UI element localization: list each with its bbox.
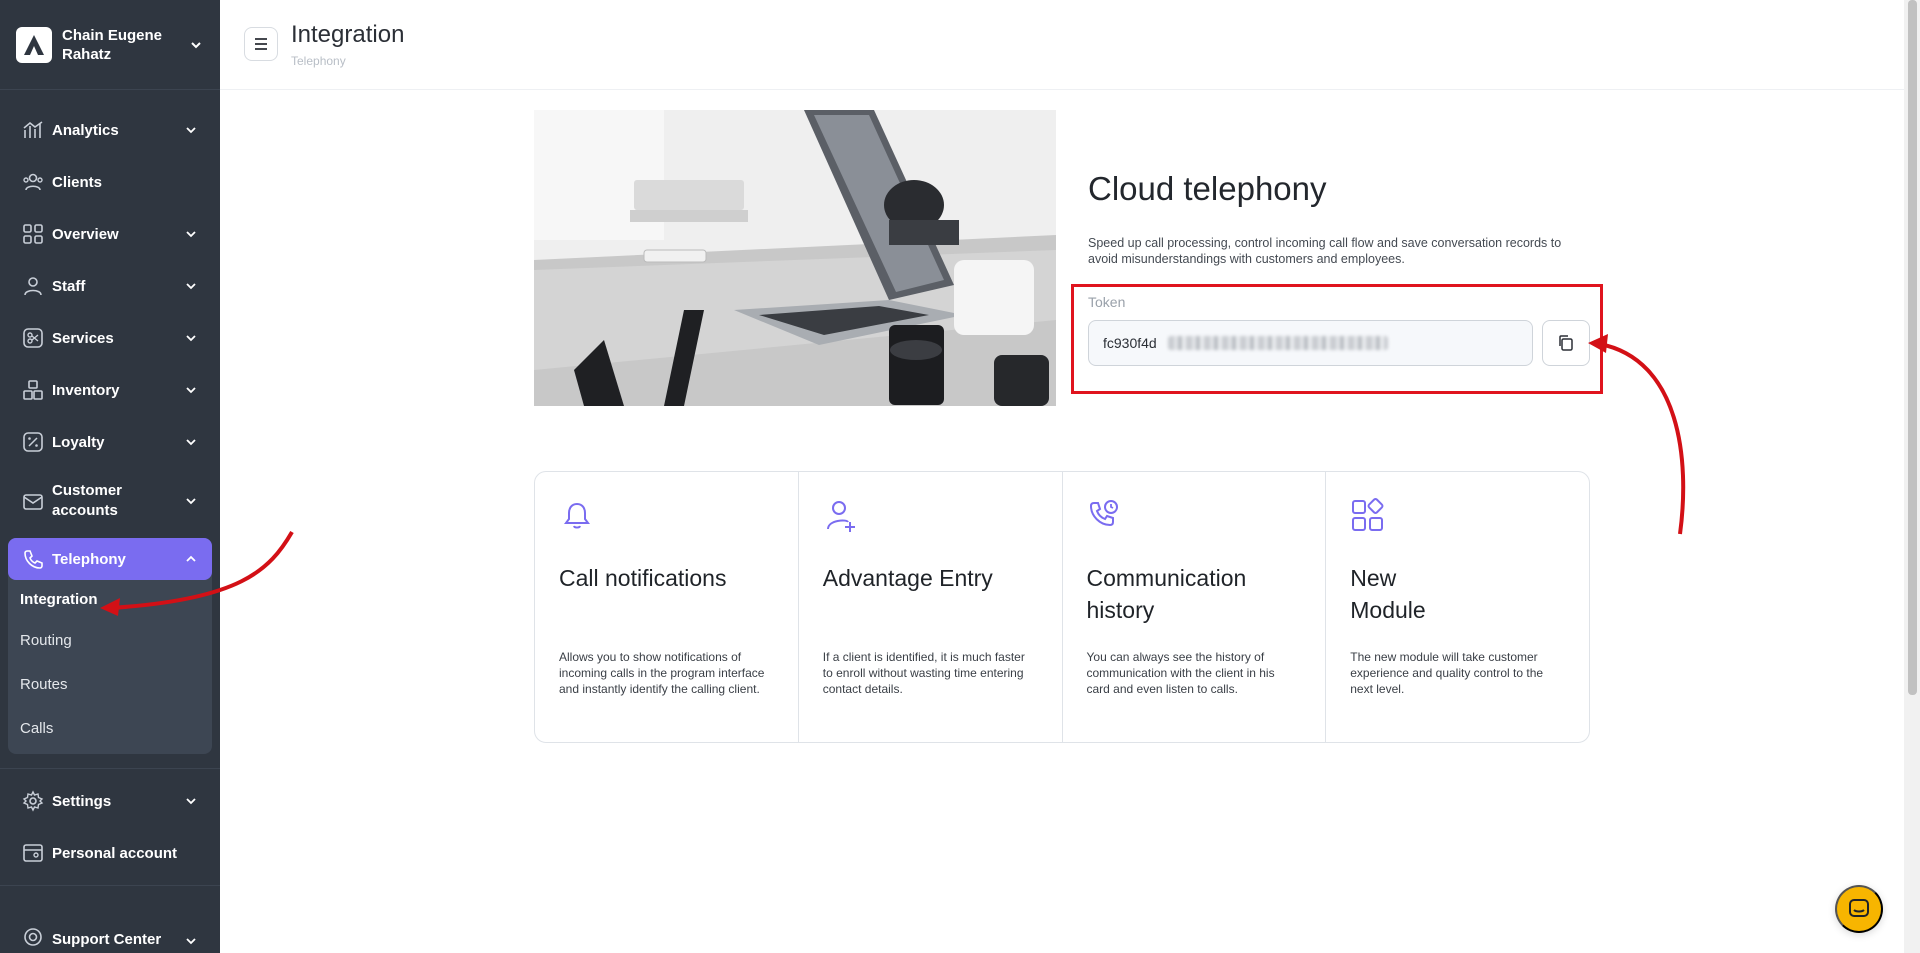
sidebar-item-analytics[interactable]: Analytics	[0, 104, 220, 156]
feature-description: Allows you to show notifications of inco…	[559, 650, 765, 696]
sidebar-item-clients[interactable]: Clients	[0, 156, 220, 208]
scrollbar-thumb[interactable]	[1908, 0, 1917, 695]
analytics-icon	[23, 121, 43, 138]
sidebar-item-label: Settings	[52, 792, 112, 810]
sidebar-item-label: Loyalty	[52, 433, 105, 451]
user-plus-icon	[826, 501, 855, 532]
hero-description: Speed up call processing, control incomi…	[1088, 236, 1562, 266]
sidebar-item-label: Analytics	[52, 121, 119, 139]
subnav-item-calls[interactable]: Calls	[8, 706, 212, 750]
sidebar-item-loyalty[interactable]: Loyalty	[0, 416, 220, 468]
feature-description: If a client is identified, it is much fa…	[822, 650, 1025, 696]
chevron-down-icon	[186, 231, 196, 238]
user-icon	[24, 277, 42, 296]
chevron-down-icon	[186, 498, 196, 505]
chevron-down-icon	[186, 283, 196, 290]
grid-icon	[23, 224, 43, 244]
scissors-icon	[23, 328, 43, 348]
feature-card: Advantage Entry If a client is identifie…	[799, 472, 1063, 742]
id-card-icon	[23, 844, 43, 862]
sidebar-divider	[0, 768, 220, 769]
sidebar-item-label: Customer accounts	[52, 482, 123, 519]
feature-title: New Module	[1350, 565, 1426, 623]
mail-icon	[23, 494, 43, 510]
feature-title: Call notifications	[559, 565, 727, 591]
chevron-down-icon	[186, 387, 196, 394]
token-label: Token	[1088, 294, 1126, 310]
page-header: Integration Telephony	[220, 0, 1904, 90]
chevron-down-icon	[186, 335, 196, 342]
sidebar-item-staff[interactable]: Staff	[0, 260, 220, 312]
sidebar-item-label: Telephony	[52, 550, 126, 568]
laptop-desk-illustration	[534, 110, 1056, 406]
breadcrumb[interactable]: Telephony	[291, 54, 346, 68]
subnav-item-routes[interactable]: Routes	[8, 662, 212, 706]
sidebar-item-services[interactable]: Services	[0, 312, 220, 364]
feature-title: Advantage Entry	[822, 565, 993, 591]
feature-title: Communication history	[1086, 565, 1247, 623]
modules-icon	[1352, 498, 1384, 531]
sidebar-item-label: Personal account	[52, 844, 178, 862]
bell-icon	[564, 502, 590, 529]
page-title: Integration	[291, 21, 405, 48]
chevron-down-icon	[186, 938, 196, 945]
feature-card: Call notifications Allows you to show no…	[535, 472, 799, 742]
sidebar-item-label: Services	[52, 329, 114, 347]
lifebuoy-icon	[24, 928, 42, 946]
sidebar-item-customer-accounts[interactable]: Customer accounts	[0, 468, 220, 534]
features-panel: Call notifications Allows you to show no…	[534, 471, 1590, 743]
sidebar-item-label: Inventory	[52, 381, 120, 399]
chat-icon	[1849, 899, 1869, 917]
sidebar-item-inventory[interactable]: Inventory	[0, 364, 220, 416]
copy-icon	[1559, 335, 1573, 351]
chevron-down-icon	[186, 439, 196, 446]
hero-title: Cloud telephony	[1088, 170, 1327, 207]
token-blurred-segment	[1168, 336, 1388, 350]
brand-name: Chain Eugene Rahatz	[62, 26, 163, 63]
chevron-down-icon	[191, 41, 201, 48]
chevron-down-icon	[186, 127, 196, 134]
sidebar-item-support-center[interactable]: Support Center	[0, 886, 220, 953]
users-icon	[23, 173, 43, 191]
sidebar-item-telephony[interactable]: Telephony	[8, 538, 212, 580]
feature-card: New Module The new module will take cust…	[1326, 472, 1589, 742]
sidebar-item-label: Clients	[52, 173, 103, 191]
chevron-up-icon	[186, 555, 196, 562]
gear-icon	[22, 790, 44, 812]
percent-icon	[23, 432, 43, 452]
brand-logo	[16, 26, 52, 63]
copy-token-button[interactable]	[1542, 320, 1590, 366]
sidebar-item-settings[interactable]: Settings	[0, 775, 220, 827]
feature-description: You can always see the history of commun…	[1086, 650, 1275, 696]
sidebar-nav: Analytics Clients Overview Staff Service…	[0, 90, 220, 953]
menu-toggle-button[interactable]	[244, 27, 278, 61]
phone-clock-icon	[1089, 500, 1118, 527]
sidebar-item-label: Overview	[52, 225, 119, 243]
telephony-group: Telephony Integration Routing Routes Cal…	[8, 538, 212, 754]
subnav-item-integration[interactable]: Integration	[8, 580, 212, 618]
phone-icon	[24, 550, 43, 569]
feature-card: Communication history You can always see…	[1063, 472, 1327, 742]
hero-image	[534, 110, 1056, 406]
sidebar-item-overview[interactable]: Overview	[0, 208, 220, 260]
page-scrollbar[interactable]	[1904, 0, 1920, 953]
sidebar: Chain Eugene Rahatz Analytics Clients Ov…	[0, 0, 220, 953]
feature-description: The new module will take customer experi…	[1350, 650, 1544, 696]
brand-switcher[interactable]: Chain Eugene Rahatz	[0, 0, 220, 90]
sidebar-item-personal-account[interactable]: Personal account	[0, 827, 220, 879]
sidebar-item-label: Support Center	[52, 931, 162, 948]
boxes-icon	[23, 380, 43, 400]
subnav-item-routing[interactable]: Routing	[8, 618, 212, 662]
chat-support-button[interactable]	[1835, 885, 1883, 933]
chevron-down-icon	[186, 798, 196, 805]
sidebar-item-label: Staff	[52, 277, 86, 295]
hamburger-icon	[255, 38, 267, 50]
